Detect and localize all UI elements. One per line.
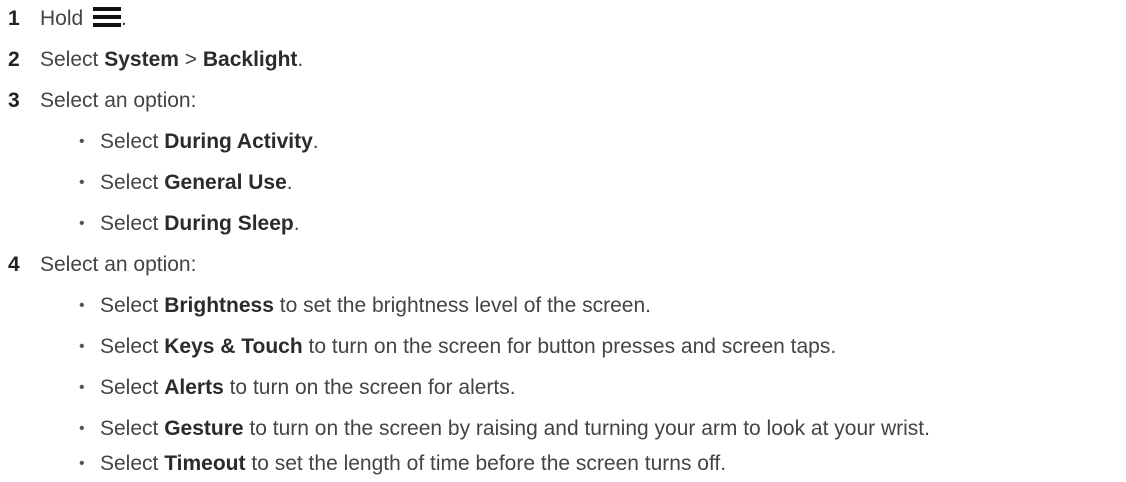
option-prefix: Select (100, 376, 159, 399)
option-label: Keys & Touch (164, 335, 303, 358)
option-text: Select During Activity. (100, 124, 319, 160)
bullet: • (79, 420, 85, 437)
option-suffix: to turn on the screen by raising and tur… (249, 417, 930, 440)
option-text: Select During Sleep. (100, 206, 300, 242)
step-text: Select an option: (40, 253, 197, 276)
step-number: 3 (8, 89, 20, 112)
step-text: Hold . (40, 1, 127, 37)
menu-item-system: System (104, 48, 179, 71)
bullet: • (79, 297, 85, 314)
bullet: • (79, 338, 85, 355)
bullet: • (79, 215, 85, 232)
step-prefix: Hold (40, 7, 84, 30)
option-prefix: Select (100, 171, 159, 194)
option-label: Timeout (164, 452, 246, 475)
option-text: Select General Use. (100, 165, 293, 201)
option-suffix: . (286, 171, 293, 194)
bullet: • (79, 379, 85, 396)
step-suffix: . (121, 7, 127, 30)
option-label: During Sleep (164, 212, 294, 235)
step-text: Select System > Backlight. (40, 42, 303, 78)
option-prefix: Select (100, 417, 159, 440)
bullet: • (79, 455, 85, 472)
menu-item-backlight: Backlight (202, 48, 298, 71)
step-number: 2 (8, 48, 20, 71)
step-number: 4 (8, 253, 20, 276)
option-text: Select Keys & Touch to turn on the scree… (100, 329, 836, 365)
menu-separator: > (178, 48, 203, 71)
bullet: • (79, 174, 85, 191)
option-text: Select Brightness to set the brightness … (100, 288, 651, 324)
option-prefix: Select (100, 212, 159, 235)
option-label: Alerts (164, 376, 224, 399)
step-prefix: Select (40, 48, 99, 71)
option-suffix: . (312, 130, 319, 153)
option-prefix: Select (100, 452, 159, 475)
step-suffix: . (297, 48, 304, 71)
option-label: Brightness (164, 294, 274, 317)
bullet: • (79, 133, 85, 150)
option-suffix: to set the length of time before the scr… (251, 452, 727, 475)
option-suffix: to set the brightness level of the scree… (279, 294, 651, 317)
option-label: Gesture (164, 417, 244, 440)
option-prefix: Select (100, 335, 159, 358)
option-label: During Activity (164, 130, 313, 153)
option-text: Select Timeout to set the length of time… (100, 446, 726, 482)
option-prefix: Select (100, 294, 159, 317)
step-text: Select an option: (40, 89, 197, 112)
option-text: Select Gesture to turn on the screen by … (100, 411, 930, 447)
step-number: 1 (8, 7, 20, 30)
menu-icon (93, 7, 122, 27)
option-prefix: Select (100, 130, 159, 153)
option-label: General Use (164, 171, 287, 194)
option-suffix: . (293, 212, 300, 235)
option-suffix: to turn on the screen for alerts. (229, 376, 516, 399)
option-suffix: to turn on the screen for button presses… (308, 335, 837, 358)
option-text: Select Alerts to turn on the screen for … (100, 370, 516, 406)
